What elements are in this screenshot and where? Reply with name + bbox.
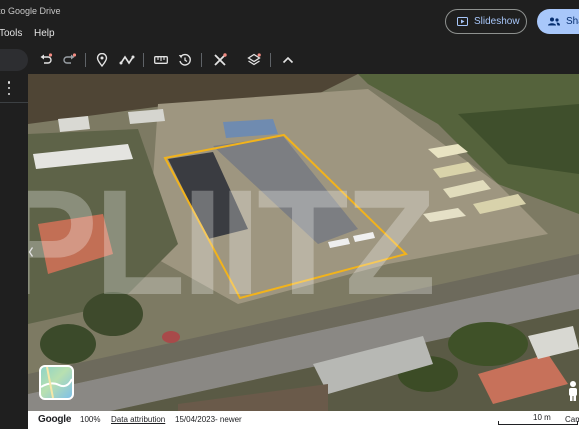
undo-icon[interactable]	[37, 51, 55, 69]
placemark-icon[interactable]	[93, 51, 111, 69]
share-button[interactable]: Sha	[537, 9, 579, 34]
map-style-button[interactable]	[39, 365, 74, 400]
status-bar: Google 100% Data attribution 15/04/2023-…	[28, 411, 579, 429]
search-box[interactable]	[0, 49, 28, 71]
imagery-date: 15/04/2023- newer	[175, 415, 242, 424]
redo-icon[interactable]	[60, 51, 78, 69]
chevron-left-icon	[28, 247, 34, 257]
data-attribution-link[interactable]: Data attribution	[111, 415, 165, 424]
top-bar: to Google Drive Tools Help Slideshow Sha	[0, 0, 579, 44]
slideshow-label: Slideshow	[474, 16, 520, 27]
slideshow-icon	[457, 17, 468, 26]
satellite-map[interactable]: PLIITZ	[28, 74, 579, 429]
zoom-level: 100%	[80, 415, 101, 424]
path-icon[interactable]	[118, 51, 136, 69]
measure-icon[interactable]	[152, 51, 170, 69]
google-logo: Google	[38, 414, 72, 425]
aerial-imagery: PLIITZ	[28, 74, 579, 429]
historical-imagery-icon[interactable]	[176, 51, 194, 69]
panel-collapse-handle[interactable]	[25, 240, 37, 264]
collapse-icon[interactable]	[279, 51, 297, 69]
toolbar-divider	[201, 53, 202, 67]
watermark-text: PLIITZ	[28, 158, 433, 326]
toolbar-divider	[85, 53, 86, 67]
menu-help[interactable]: Help	[34, 28, 55, 39]
street-view-pegman-icon[interactable]	[566, 380, 579, 402]
panel-divider	[0, 102, 28, 103]
share-label: Sha	[566, 16, 579, 27]
side-panel	[0, 74, 28, 429]
more-options-icon[interactable]	[3, 80, 15, 96]
menu-tools[interactable]: Tools	[0, 28, 22, 39]
toolbar	[0, 46, 579, 74]
tools-icon[interactable]	[211, 51, 229, 69]
save-status: to Google Drive	[0, 6, 61, 16]
toolbar-divider	[270, 53, 271, 67]
toolbar-divider	[143, 53, 144, 67]
camera-info: Cam	[565, 415, 579, 424]
slideshow-button[interactable]: Slideshow	[445, 9, 527, 34]
layers-icon[interactable]	[245, 51, 263, 69]
map-style-thumbnail-icon	[41, 367, 72, 398]
share-people-icon	[548, 17, 560, 26]
